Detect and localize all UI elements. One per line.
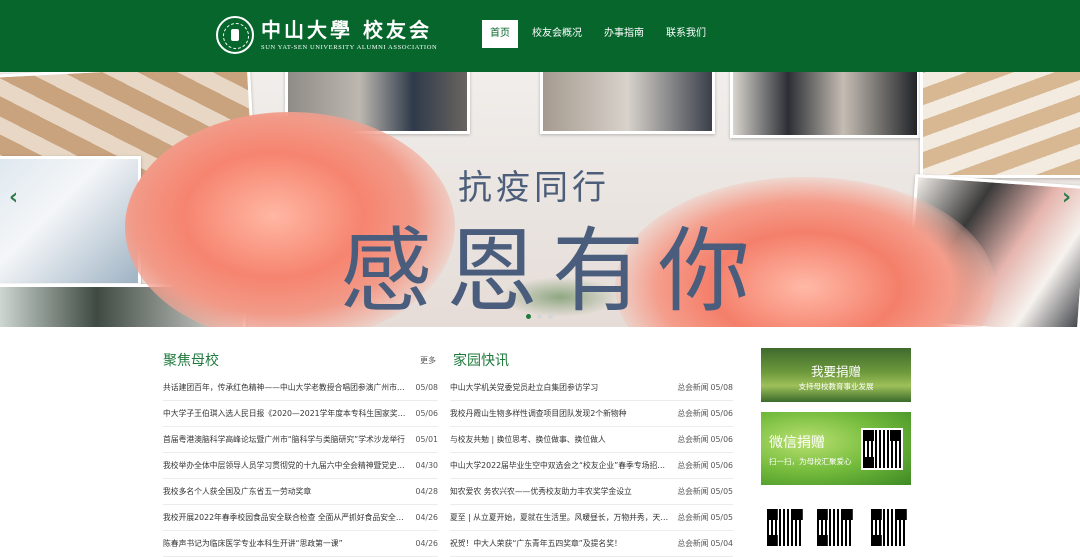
news-category: 总会新闻 bbox=[677, 435, 709, 444]
news-title: 共话建团百年，传承红色精神——中山大学老教授合唱团参演广州市庆祝中国共产主义青年… bbox=[163, 383, 416, 392]
qr-code-icon bbox=[815, 507, 855, 548]
wechat-donate-banner[interactable]: 微信捐赠 扫一扫，为母校汇聚爱心 bbox=[761, 412, 911, 485]
news-date: 05/05 bbox=[710, 487, 733, 496]
news-category: 总会新闻 bbox=[677, 539, 709, 548]
news-date: 05/06 bbox=[710, 435, 733, 444]
news-title: 中大学子王伯琪入选人民日报《2020—2021学年度本专科生国家奖学金获奖学生代… bbox=[163, 409, 416, 418]
news-date: 05/08 bbox=[710, 383, 733, 392]
donate-subtitle: 支持母校教育事业发展 bbox=[798, 382, 874, 391]
list-item[interactable]: 祝贺！中大人荣获“广东青年五四奖章”及提名奖！ 总会新闻 05/04 bbox=[450, 531, 733, 557]
home-news-list: 中山大学机关党委党员赴立白集团参访学习 总会新闻 05/08 我校丹霞山生物多样性调… bbox=[450, 375, 733, 557]
news-category: 总会新闻 bbox=[677, 409, 709, 418]
site-logo[interactable]: 中山大學 校友会 SUN YAT-SEN UNIVERSITY ALUMNI A… bbox=[216, 16, 437, 54]
list-item[interactable]: 与校友共勉 | 换位思考、换位做事、换位做人 总会新闻 05/06 bbox=[450, 427, 733, 453]
main-nav: 首页 校友会概况 办事指南 联系我们 bbox=[482, 20, 720, 48]
nav-contact-us[interactable]: 联系我们 bbox=[658, 20, 714, 48]
list-item[interactable]: 我校开展2022年春季校园食品安全联合检查 全面从严抓好食品安全工作 04/26 bbox=[163, 505, 438, 531]
list-item[interactable]: 夏至 | 从立夏开始，夏就在生活里。风暖昼长，万物并秀，天高云淡。 总会新闻 05/… bbox=[450, 505, 733, 531]
news-title: 我校多名个人获全国及广东省五一劳动奖章 bbox=[163, 487, 312, 496]
news-title: 祝贺！中大人荣获“广东青年五四奖章”及提名奖！ bbox=[450, 539, 622, 548]
banner-carousel[interactable]: 抗疫同行 感恩有你 ‹ › bbox=[0, 72, 1080, 327]
list-item[interactable]: 我校多名个人获全国及广东省五一劳动奖章 04/28 bbox=[163, 479, 438, 505]
list-item[interactable]: 共话建团百年，传承红色精神——中山大学老教授合唱团参演广州市庆祝中国共产主义青年… bbox=[163, 375, 438, 401]
news-category: 总会新闻 bbox=[677, 513, 709, 522]
wechat-donate-subtitle: 扫一扫，为母校汇聚爱心 bbox=[769, 457, 852, 466]
news-title: 首届粤港澳脑科学高峰论坛暨广州市“脑科学与类脑研究”学术沙龙举行 bbox=[163, 435, 405, 444]
news-title: 我校开展2022年春季校园食品安全联合检查 全面从严抓好食品安全工作 bbox=[163, 513, 412, 522]
carousel-prev-icon[interactable]: ‹ bbox=[9, 185, 18, 210]
logo-text: 中山大學 校友会 SUN YAT-SEN UNIVERSITY ALUMNI A… bbox=[261, 19, 437, 51]
wechat-donate-title: 微信捐赠 bbox=[769, 435, 825, 451]
focus-section-title: 聚焦母校 bbox=[163, 353, 219, 369]
list-item[interactable]: 中山大学2022届毕业生空中双选会之“校友企业”春季专场招聘会 总会新闻 05/06 bbox=[450, 453, 733, 479]
site-header: 中山大學 校友会 SUN YAT-SEN UNIVERSITY ALUMNI A… bbox=[0, 0, 1080, 72]
banner-photo-medical-staff bbox=[730, 72, 920, 138]
banner-photo-volunteers bbox=[540, 72, 715, 134]
banner-slogan-small: 抗疫同行 bbox=[458, 168, 610, 208]
focus-more-link[interactable]: 更多 bbox=[420, 355, 436, 366]
nav-association-overview[interactable]: 校友会概况 bbox=[524, 20, 590, 48]
list-item[interactable]: 中大学子王伯琪入选人民日报《2020—2021学年度本专科生国家奖学金获奖学生代… bbox=[163, 401, 438, 427]
news-title: 中山大学机关党委党员赴立白集团参访学习 bbox=[450, 383, 599, 392]
list-item[interactable]: 首届粤港澳脑科学高峰论坛暨广州市“脑科学与类脑研究”学术沙龙举行 05/01 bbox=[163, 427, 438, 453]
home-news-section-title: 家园快讯 bbox=[453, 353, 509, 369]
donate-banner[interactable]: 我要捐赠 支持母校教育事业发展 bbox=[761, 348, 911, 402]
news-category: 总会新闻 bbox=[677, 383, 709, 392]
carousel-dots bbox=[526, 314, 559, 319]
news-date: 05/06 bbox=[710, 461, 733, 470]
list-item[interactable]: 知农爱农 务农兴农——优秀校友助力丰农奖学金设立 总会新闻 05/05 bbox=[450, 479, 733, 505]
news-date: 04/30 bbox=[415, 461, 438, 470]
carousel-dot-1[interactable] bbox=[526, 314, 531, 319]
nav-home[interactable]: 首页 bbox=[482, 20, 518, 48]
carousel-dot-2[interactable] bbox=[537, 314, 542, 319]
news-date: 05/05 bbox=[710, 513, 733, 522]
news-date: 04/28 bbox=[415, 487, 438, 496]
news-title: 陈春声书记为临床医学专业本科生开讲“思政第一课” bbox=[163, 539, 343, 548]
news-date: 04/26 bbox=[415, 513, 438, 522]
news-title: 夏至 | 从立夏开始，夏就在生活里。风暖昼长，万物并秀，天高云淡。 bbox=[450, 513, 678, 522]
banner-slogan-big: 感恩有你 bbox=[340, 218, 765, 325]
list-item[interactable]: 我校丹霞山生物多样性调查项目团队发现2个新物种 总会新闻 05/06 bbox=[450, 401, 733, 427]
wechat-donate-qr-code-icon bbox=[861, 428, 903, 470]
banner-photo-lab-workers bbox=[0, 156, 141, 286]
carousel-dot-3[interactable] bbox=[548, 314, 553, 319]
news-date: 04/26 bbox=[415, 539, 438, 548]
news-date: 05/08 bbox=[415, 383, 438, 392]
news-title: 我校丹霞山生物多样性调查项目团队发现2个新物种 bbox=[450, 409, 627, 418]
nav-service-guide[interactable]: 办事指南 bbox=[596, 20, 652, 48]
news-title: 中山大学2022届毕业生空中双选会之“校友企业”春季专场招聘会 bbox=[450, 461, 673, 470]
qr-code-icon bbox=[869, 507, 909, 548]
qr-code-icon bbox=[765, 507, 805, 548]
news-category: 总会新闻 bbox=[677, 487, 709, 496]
carousel-next-icon[interactable]: › bbox=[1062, 185, 1071, 210]
list-item[interactable]: 中山大学机关党委党员赴立白集团参访学习 总会新闻 05/08 bbox=[450, 375, 733, 401]
logo-english-name: SUN YAT-SEN UNIVERSITY ALUMNI ASSOCIATIO… bbox=[261, 44, 438, 51]
news-date: 05/01 bbox=[415, 435, 438, 444]
news-date: 05/04 bbox=[710, 539, 733, 548]
list-item[interactable]: 我校举办全体中层领导人员学习贯彻党的十九届六中全会精神暨党史学习教育专题培训班0… bbox=[163, 453, 438, 479]
news-title: 与校友共勉 | 换位思考、换位做事、换位做人 bbox=[450, 435, 606, 444]
university-emblem-icon bbox=[216, 16, 254, 54]
logo-chinese-name: 中山大學 校友会 bbox=[261, 18, 432, 42]
news-date: 05/06 bbox=[710, 409, 733, 418]
donate-title: 我要捐赠 bbox=[810, 364, 861, 379]
focus-news-list: 共话建团百年，传承红色精神——中山大学老教授合唱团参演广州市庆祝中国共产主义青年… bbox=[163, 375, 438, 557]
news-title: 我校举办全体中层领导人员学习贯彻党的十九届六中全会精神暨党史学习教育专题培训班 bbox=[163, 461, 416, 470]
list-item[interactable]: 陈春声书记为临床医学专业本科生开讲“思政第一课” 04/26 bbox=[163, 531, 438, 557]
news-date: 05/06 bbox=[415, 409, 438, 418]
banner-photo-boxes bbox=[920, 72, 1080, 178]
news-title: 知农爱农 务农兴农——优秀校友助力丰农奖学金设立 bbox=[450, 487, 632, 496]
news-category: 总会新闻 bbox=[677, 461, 709, 470]
